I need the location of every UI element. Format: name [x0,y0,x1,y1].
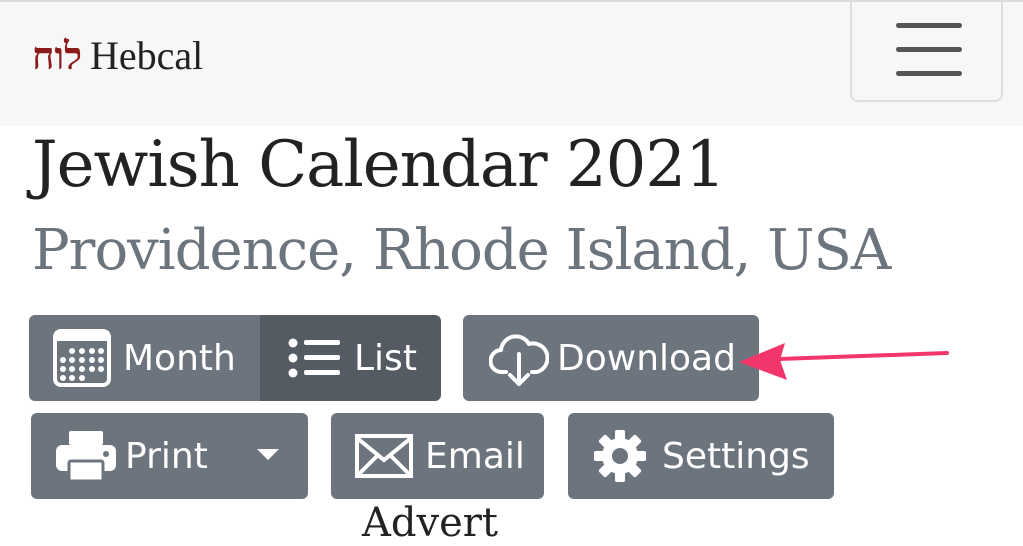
brand-hebrew: לוח [32,33,82,78]
gear-icon [594,430,646,482]
calendar-grid-icon [53,329,111,387]
page-subtitle: Providence, Rhode Island, USA [32,218,891,283]
annotation-arrow-icon [739,343,949,380]
list-view-label: List [354,337,417,379]
settings-label: Settings [662,435,810,477]
month-view-button[interactable]: Month [29,315,260,401]
download-label: Download [557,337,736,379]
printer-icon [56,431,116,482]
view-toggle-group: Month List [29,315,441,401]
list-icon [288,338,340,378]
email-label: Email [425,435,525,477]
month-view-label: Month [123,337,236,379]
settings-button[interactable]: Settings [568,413,834,499]
envelope-icon [355,434,413,478]
cloud-download-icon [489,334,549,386]
brand-name: Hebcal [90,33,204,78]
download-button[interactable]: Download [463,315,759,401]
brand-logo-link[interactable]: לוח Hebcal [32,32,203,82]
list-view-button[interactable]: List [260,315,441,401]
menu-toggle-button[interactable] [850,2,1003,102]
print-label: Print [125,435,208,477]
chevron-down-icon[interactable] [257,449,279,460]
page-title: Jewish Calendar 2021 [32,128,726,202]
next-section-heading: Advert [362,500,498,546]
print-button[interactable]: Print [31,413,308,499]
email-button[interactable]: Email [331,413,544,499]
